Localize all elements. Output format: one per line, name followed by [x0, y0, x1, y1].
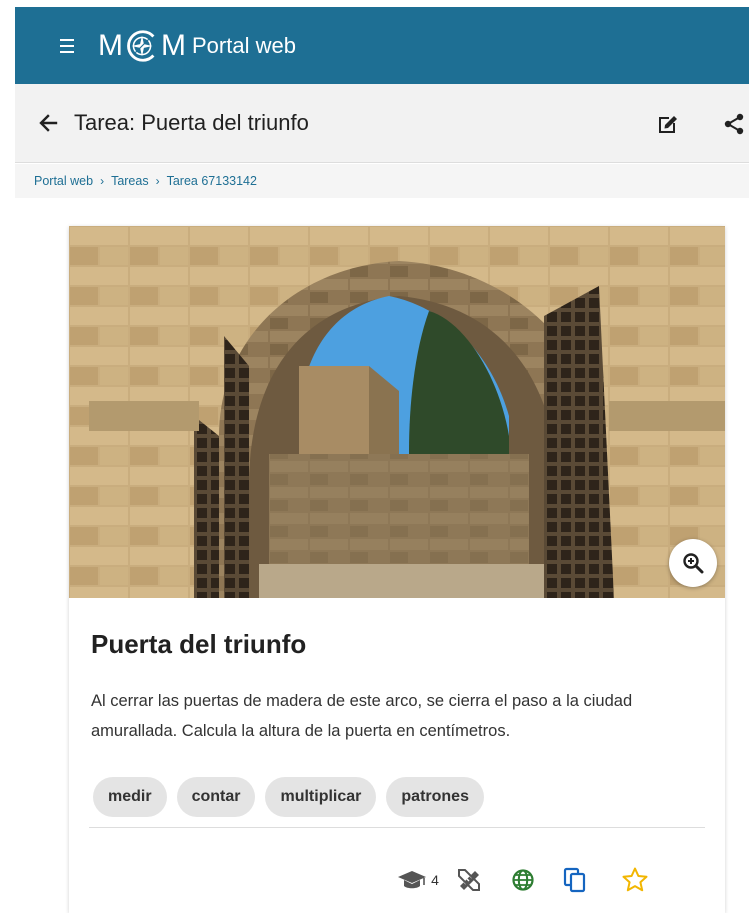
- edit-icon: [659, 116, 677, 133]
- share-icon: [724, 113, 744, 135]
- edit-button[interactable]: [652, 108, 684, 140]
- graduation-cap-icon: [398, 871, 427, 889]
- page-toolbar: Tarea: Puerta del triunfo: [15, 84, 749, 163]
- app-logo[interactable]: M M Portal web: [98, 27, 296, 65]
- menu-icon: [60, 38, 74, 41]
- tag-chip[interactable]: patrones: [386, 777, 484, 817]
- page-margin: [0, 0, 15, 913]
- favorite-button[interactable]: [615, 862, 655, 898]
- breadcrumb-separator: ›: [155, 174, 160, 188]
- level-indicator: 4: [391, 862, 445, 898]
- globe-icon: [512, 869, 534, 891]
- back-button[interactable]: [30, 105, 66, 141]
- tag-chip[interactable]: medir: [93, 777, 167, 817]
- divider: [89, 827, 705, 828]
- breadcrumb-separator: ›: [100, 174, 105, 188]
- task-card: Puerta del triunfo Al cerrar las puertas…: [69, 226, 725, 913]
- app-title: Portal web: [192, 32, 296, 58]
- app-bar: M M Portal web: [15, 7, 749, 84]
- menu-button[interactable]: [50, 29, 84, 63]
- logo-letter-left: M: [98, 28, 123, 62]
- zoom-in-icon: [683, 553, 704, 574]
- breadcrumb-item-tareas[interactable]: Tareas: [111, 174, 149, 188]
- copy-icon: [563, 867, 586, 893]
- ruler-pencil-icon: [458, 869, 480, 891]
- zoom-button[interactable]: [669, 539, 717, 587]
- breadcrumb-item-current[interactable]: Tarea 67133142: [167, 174, 257, 188]
- share-button[interactable]: [718, 108, 749, 140]
- level-count: 4: [431, 872, 439, 888]
- breadcrumb: Portal web › Tareas › Tarea 67133142: [15, 164, 749, 198]
- measure-tools-button[interactable]: [449, 862, 489, 898]
- logo-letter-right: M: [161, 28, 186, 62]
- star-icon: [622, 867, 648, 892]
- page-title: Tarea: Puerta del triunfo: [74, 110, 309, 135]
- stone-arch-photo: [69, 226, 725, 598]
- tag-chip[interactable]: contar: [176, 777, 256, 817]
- copy-button[interactable]: [555, 862, 595, 898]
- globe-button[interactable]: [503, 862, 543, 898]
- arrow-left-icon: [39, 114, 58, 132]
- card-actions: 4: [391, 862, 655, 898]
- task-photo[interactable]: [69, 226, 725, 598]
- breadcrumb-item-portal[interactable]: Portal web: [34, 174, 93, 188]
- task-title: Puerta del triunfo: [91, 629, 307, 659]
- tag-list: medir contar multiplicar patrones: [93, 777, 484, 817]
- compass-logo-icon: [127, 29, 155, 62]
- task-description: Al cerrar las puertas de madera de este …: [91, 692, 633, 740]
- tag-chip[interactable]: multiplicar: [265, 777, 377, 817]
